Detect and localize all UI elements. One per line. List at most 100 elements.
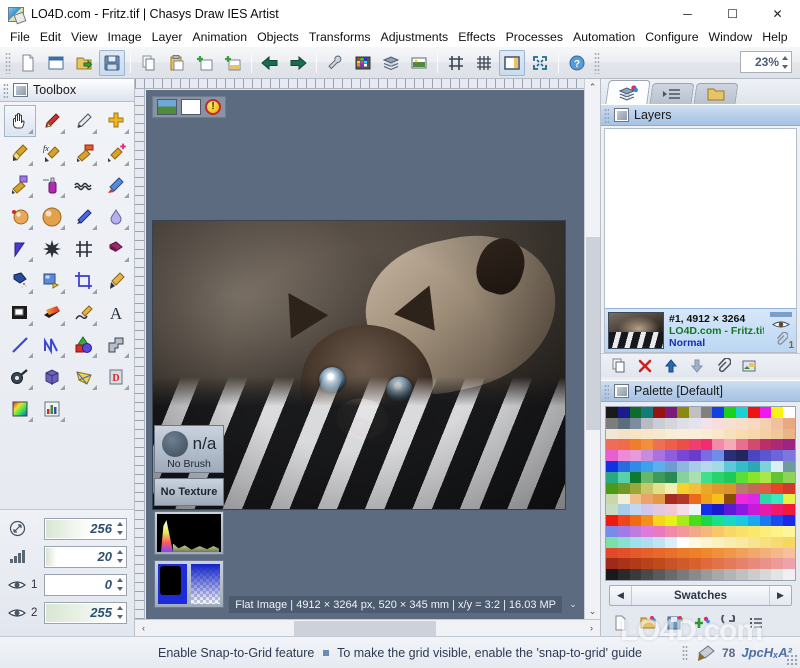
palette-swatch[interactable] xyxy=(771,439,784,451)
palette-swatch[interactable] xyxy=(759,482,772,494)
vertical-scroll-track[interactable] xyxy=(585,95,601,603)
pencil-tool[interactable] xyxy=(36,105,68,137)
palette-swatch[interactable] xyxy=(771,407,784,418)
palette-swatch[interactable] xyxy=(783,569,795,580)
zoom-level-input[interactable]: 23% xyxy=(740,51,792,73)
sphere-light-tool[interactable] xyxy=(4,201,36,233)
menu-transforms[interactable]: Transforms xyxy=(304,29,376,47)
polygon-path-tool[interactable] xyxy=(100,329,132,361)
files-tab[interactable] xyxy=(693,83,739,104)
image-thumbnail-button[interactable] xyxy=(157,99,177,115)
palette-swatch[interactable] xyxy=(606,482,618,494)
palette-swatch[interactable] xyxy=(617,461,630,472)
palette-swatch[interactable] xyxy=(688,504,701,516)
palette-swatch[interactable] xyxy=(712,558,725,570)
scroll-left-button[interactable]: ‹ xyxy=(135,619,152,637)
canvas-horizontal-scrollbar[interactable]: ‹ › xyxy=(135,619,600,637)
palette-swatch[interactable] xyxy=(641,569,654,580)
palette-swatch[interactable] xyxy=(629,471,642,483)
palette-swatch[interactable] xyxy=(606,569,618,580)
palette-swatch[interactable] xyxy=(665,439,677,451)
palette-swatch[interactable] xyxy=(759,569,772,580)
palette-swatch[interactable] xyxy=(700,558,713,570)
palette-swatch[interactable] xyxy=(653,558,666,570)
fullscreen-icon[interactable] xyxy=(527,50,553,76)
palette-swatch[interactable] xyxy=(724,558,736,570)
palette-swatch[interactable] xyxy=(759,428,772,440)
palette-swatch[interactable] xyxy=(676,471,689,483)
palette-swatch[interactable] xyxy=(617,558,630,570)
palette-swatch[interactable] xyxy=(653,482,666,494)
clone-cross-tool[interactable] xyxy=(100,105,132,137)
palette-swatch[interactable] xyxy=(617,504,630,516)
import-folder-icon[interactable] xyxy=(71,50,97,76)
palette-swatch[interactable] xyxy=(759,471,772,483)
status-grip[interactable] xyxy=(681,644,688,661)
palette-swatch[interactable] xyxy=(641,407,654,418)
redo-arrow-icon[interactable] xyxy=(285,50,311,76)
palette-swatch[interactable] xyxy=(735,482,748,494)
palette-swatch[interactable] xyxy=(629,536,642,548)
palette-swatch[interactable] xyxy=(606,547,618,559)
palette-swatch[interactable] xyxy=(724,407,736,418)
palette-swatch[interactable] xyxy=(724,471,736,483)
open-window-icon[interactable] xyxy=(43,50,69,76)
palette-panel-grip[interactable] xyxy=(604,383,609,399)
palette-swatch[interactable] xyxy=(606,407,618,418)
palette-swatch[interactable] xyxy=(700,515,713,526)
palette-swatch[interactable] xyxy=(641,450,654,462)
palette-swatch[interactable] xyxy=(617,515,630,526)
color-picker-tool[interactable] xyxy=(100,265,132,297)
palette-swatch[interactable] xyxy=(665,428,677,440)
palette-swatch[interactable] xyxy=(606,504,618,516)
palette-swatch[interactable] xyxy=(665,407,677,418)
palette-swatch[interactable] xyxy=(688,428,701,440)
palette-swatch[interactable] xyxy=(712,569,725,580)
palette-swatch[interactable] xyxy=(606,525,618,537)
palette-swatch[interactable] xyxy=(700,536,713,548)
palette-swatch[interactable] xyxy=(747,558,760,570)
palette-swatch[interactable] xyxy=(641,461,654,472)
palette-swatch[interactable] xyxy=(747,461,760,472)
palette-swatch[interactable] xyxy=(783,558,795,570)
palette-swatch[interactable] xyxy=(724,493,736,505)
window-resize-grip[interactable] xyxy=(786,654,798,666)
palette-swatch[interactable] xyxy=(783,493,795,505)
palette-swatch[interactable] xyxy=(676,569,689,580)
palette-swatch[interactable] xyxy=(735,515,748,526)
alert-warning-button[interactable] xyxy=(205,99,221,115)
grid-icon[interactable] xyxy=(471,50,497,76)
menu-objects[interactable]: Objects xyxy=(252,29,304,47)
palette-swatch[interactable] xyxy=(771,450,784,462)
histogram-tool[interactable] xyxy=(36,393,68,425)
palette-swatch[interactable] xyxy=(724,428,736,440)
palette-swatch[interactable] xyxy=(688,558,701,570)
scroll-up-button[interactable]: ⌃ xyxy=(585,79,601,95)
palette-swatch[interactable] xyxy=(617,439,630,451)
menu-help[interactable]: Help xyxy=(757,29,792,47)
palette-swatch[interactable] xyxy=(747,536,760,548)
duplicate-layer-button[interactable] xyxy=(607,355,631,376)
palette-swatch[interactable] xyxy=(735,417,748,429)
palette-swatch[interactable] xyxy=(665,515,677,526)
palette-swatch[interactable] xyxy=(783,407,795,418)
palette-swatch[interactable] xyxy=(676,461,689,472)
crop-tool[interactable] xyxy=(68,265,100,297)
palette-swatch[interactable] xyxy=(688,450,701,462)
strength-input[interactable]: 20 xyxy=(44,545,127,568)
palette-swatch[interactable] xyxy=(759,525,772,537)
palette-swatch[interactable] xyxy=(747,482,760,494)
palette-swatch[interactable] xyxy=(606,439,618,451)
palette-swatch[interactable] xyxy=(783,547,795,559)
magic-wand-tool[interactable] xyxy=(4,361,36,393)
palette-swatch[interactable] xyxy=(747,428,760,440)
level-1-input[interactable]: 0 xyxy=(44,573,127,596)
palette-swatch[interactable] xyxy=(700,428,713,440)
palette-swatch[interactable] xyxy=(747,515,760,526)
select-rectangle-tool[interactable] xyxy=(4,297,36,329)
palette-swatch[interactable] xyxy=(653,428,666,440)
paste-icon[interactable] xyxy=(164,50,190,76)
palette-swatch[interactable] xyxy=(783,450,795,462)
palette-swatch[interactable] xyxy=(783,439,795,451)
brush-status-icon[interactable] xyxy=(694,644,716,662)
